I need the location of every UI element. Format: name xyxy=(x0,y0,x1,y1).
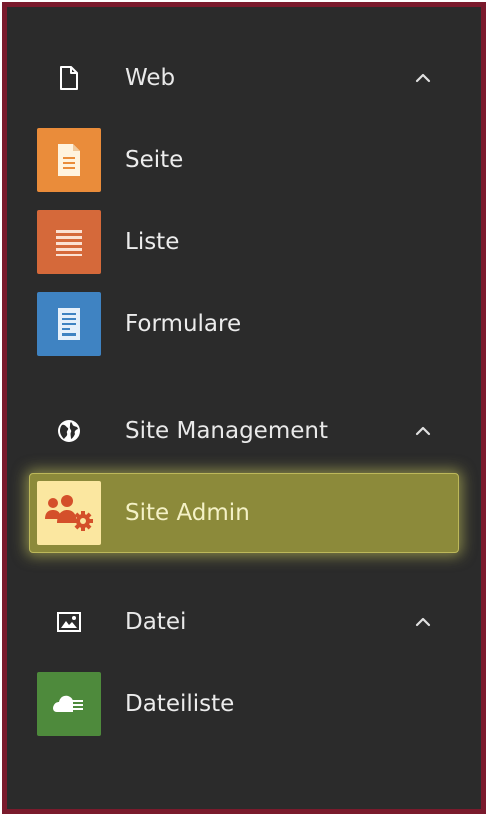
chevron-up-icon[interactable] xyxy=(413,68,433,88)
module-dateiliste[interactable]: Dateiliste xyxy=(7,668,481,740)
module-liste[interactable]: Liste xyxy=(7,206,481,278)
section-label: Datei xyxy=(125,609,187,635)
image-icon xyxy=(55,608,83,636)
module-label: Formulare xyxy=(125,311,242,337)
cloud-list-icon xyxy=(37,672,101,736)
chevron-up-icon[interactable] xyxy=(413,612,433,632)
document-icon xyxy=(55,64,83,92)
form-icon xyxy=(37,292,101,356)
section-label: Site Management xyxy=(125,418,328,444)
module-label: Liste xyxy=(125,229,180,255)
chevron-up-icon[interactable] xyxy=(413,421,433,441)
globe-icon xyxy=(55,417,83,445)
module-formulare[interactable]: Formulare xyxy=(7,288,481,360)
module-menu: Web Seite Liste Formulare Site Managemen… xyxy=(2,2,486,814)
page-icon xyxy=(37,128,101,192)
section-label: Web xyxy=(125,65,176,91)
section-header-datei[interactable]: Datei xyxy=(7,592,481,652)
section-header-site-management[interactable]: Site Management xyxy=(7,401,481,461)
module-site-admin[interactable]: Site Admin xyxy=(29,473,459,553)
module-label: Dateiliste xyxy=(125,691,235,717)
module-seite[interactable]: Seite xyxy=(7,124,481,196)
module-label: Seite xyxy=(125,147,184,173)
section-header-web[interactable]: Web xyxy=(7,48,481,108)
list-icon xyxy=(37,210,101,274)
module-label: Site Admin xyxy=(125,500,250,526)
users-gear-icon xyxy=(37,481,101,545)
